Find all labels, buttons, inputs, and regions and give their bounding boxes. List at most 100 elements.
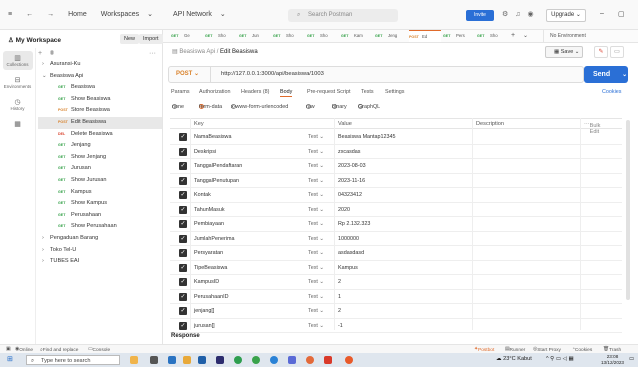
- folder-item[interactable]: › Asuransi-Ku: [38, 59, 162, 71]
- row-value[interactable]: Beasiswa Mantap12345: [338, 134, 396, 140]
- request-tab[interactable]: GET Ge: [171, 30, 203, 42]
- row-key[interactable]: TipeBeasiswa: [194, 265, 227, 271]
- folder-item[interactable]: › Toko Tel-U: [38, 245, 162, 257]
- row-value[interactable]: Rp 2.132.323: [338, 221, 370, 227]
- request-tab[interactable]: POST Ed: [409, 30, 441, 42]
- row-key[interactable]: Persyaratan: [194, 250, 223, 256]
- request-item[interactable]: GET Show Beasiswa: [38, 94, 162, 106]
- more-icon[interactable]: ···: [149, 50, 156, 57]
- row-value[interactable]: Kampus: [338, 265, 358, 271]
- row-checkbox[interactable]: ✓: [179, 191, 187, 199]
- workspaces-menu[interactable]: Workspaces ⌄: [101, 10, 159, 18]
- windows-start-icon[interactable]: ⊞: [7, 355, 13, 363]
- row-type-select[interactable]: Text ⌄: [308, 207, 324, 213]
- gear-icon[interactable]: ⚙: [502, 10, 508, 18]
- request-tab[interactable]: GET Sho: [205, 30, 237, 42]
- tab-settings[interactable]: Settings: [385, 89, 404, 95]
- row-value[interactable]: asdasdasd: [338, 250, 364, 256]
- row-key[interactable]: Deskripsi: [194, 149, 216, 155]
- app-icon[interactable]: [252, 356, 260, 364]
- row-checkbox[interactable]: ✓: [179, 220, 187, 228]
- request-tab[interactable]: GET Pers: [443, 30, 475, 42]
- request-item[interactable]: GET Beasiswa: [38, 82, 162, 94]
- weather-widget[interactable]: ☁ 23°C Kabut: [496, 356, 532, 362]
- avatar[interactable]: ◉: [528, 10, 534, 18]
- row-key[interactable]: KampusID: [194, 279, 219, 285]
- row-value[interactable]: 1000000: [338, 236, 359, 242]
- row-value[interactable]: 2: [338, 308, 341, 314]
- rail-item[interactable]: ◷ History: [3, 95, 33, 114]
- row-type-select[interactable]: Text ⌄: [308, 308, 324, 314]
- new-button[interactable]: New: [120, 34, 140, 44]
- tab-tests[interactable]: Tests: [361, 89, 374, 95]
- row-checkbox[interactable]: ✓: [179, 307, 187, 315]
- app-icon[interactable]: [306, 356, 314, 364]
- row-key[interactable]: TahunMasuk: [194, 207, 225, 213]
- request-item[interactable]: POST Store Beasiswa: [38, 105, 162, 117]
- row-type-select[interactable]: Text ⌄: [308, 134, 324, 140]
- request-tab[interactable]: GET Jeng: [375, 30, 407, 42]
- row-type-select[interactable]: Text ⌄: [308, 178, 324, 184]
- postbot-button[interactable]: ✦ Postbot: [474, 347, 494, 354]
- chevron-down-icon[interactable]: ⌄: [523, 30, 528, 42]
- app-icon[interactable]: [130, 356, 138, 364]
- breadcrumb-current[interactable]: Edit Beasiswa: [220, 49, 258, 55]
- row-checkbox[interactable]: ✓: [179, 176, 187, 185]
- app-icon[interactable]: [324, 356, 332, 364]
- invite-button[interactable]: Invite: [466, 10, 494, 21]
- online-status[interactable]: ◉ Online: [15, 347, 33, 354]
- app-icon[interactable]: [198, 356, 206, 364]
- request-item[interactable]: GET Show Jurusan: [38, 175, 162, 187]
- row-value[interactable]: zxcasdas: [338, 149, 360, 155]
- cookies-link[interactable]: Cookies: [602, 89, 621, 95]
- new-tab-icon[interactable]: +: [511, 30, 515, 42]
- notification-icon[interactable]: ▭: [629, 356, 634, 362]
- request-tab[interactable]: GET Kam: [341, 30, 373, 42]
- chevron-down-icon[interactable]: ⌄: [622, 72, 627, 78]
- upgrade-button[interactable]: Upgrade ⌄: [546, 9, 586, 22]
- folder-item[interactable]: › Pengaduan Barang: [38, 233, 162, 245]
- row-type-select[interactable]: Text ⌄: [308, 149, 324, 155]
- breadcrumb-parent[interactable]: Beasiswa Api: [179, 49, 215, 55]
- row-type-select[interactable]: Text ⌄: [308, 192, 324, 198]
- row-value[interactable]: 1: [338, 294, 341, 300]
- runner-button[interactable]: ▤ Runner: [505, 347, 525, 354]
- minimize-icon[interactable]: –: [600, 10, 604, 17]
- row-value[interactable]: 2020: [338, 207, 350, 213]
- tab-headers-8-[interactable]: Headers (8): [241, 89, 269, 95]
- request-item[interactable]: GET Jenjang: [38, 140, 162, 152]
- request-item[interactable]: DEL Delete Beasiswa: [38, 129, 162, 141]
- rail-item[interactable]: ▥ Collections: [2, 51, 33, 70]
- rail-item[interactable]: ▦: [3, 117, 33, 131]
- search-input[interactable]: ⌕ Search Postman: [288, 9, 398, 22]
- row-key[interactable]: NamaBeasiswa: [194, 134, 231, 140]
- import-button[interactable]: Import: [139, 34, 163, 44]
- row-type-select[interactable]: Text ⌄: [308, 323, 324, 329]
- folder-item[interactable]: › TUBES EAI: [38, 256, 162, 268]
- method-select[interactable]: POST ⌄: [169, 67, 211, 82]
- request-item[interactable]: GET Kampus: [38, 187, 162, 199]
- menu-icon[interactable]: ≡: [8, 11, 12, 18]
- row-checkbox[interactable]: ✓: [179, 133, 187, 141]
- filter-icon[interactable]: ⩩: [50, 50, 54, 58]
- row-value[interactable]: 2: [338, 279, 341, 285]
- tab-params[interactable]: Params: [171, 89, 190, 95]
- row-key[interactable]: JumlahPenerima: [194, 236, 234, 242]
- tray-icons[interactable]: ^ ⚲ ▭ ◁ ▦: [546, 356, 574, 362]
- chrome-icon[interactable]: [234, 356, 242, 364]
- save-button[interactable]: ▦ Save ⌄: [545, 46, 583, 58]
- row-checkbox[interactable]: ✓: [179, 249, 187, 257]
- request-item[interactable]: GET Jurusan: [38, 163, 162, 175]
- row-checkbox[interactable]: ✓: [179, 263, 187, 272]
- request-tab[interactable]: GET Jun: [239, 30, 271, 42]
- row-value[interactable]: 2023-11-16: [338, 178, 365, 184]
- row-key[interactable]: jenjang[]: [194, 308, 214, 314]
- forward-icon[interactable]: →: [47, 11, 54, 18]
- cookies-button[interactable]: ◔ Cookies: [572, 347, 592, 354]
- row-checkbox[interactable]: ✓: [179, 205, 187, 214]
- task-view-icon[interactable]: [150, 356, 158, 364]
- row-type-select[interactable]: Text ⌄: [308, 221, 324, 227]
- row-value[interactable]: 04323412: [338, 192, 362, 198]
- api-network-menu[interactable]: API Network ⌄: [173, 10, 232, 18]
- layout-icon[interactable]: ▣: [6, 347, 11, 352]
